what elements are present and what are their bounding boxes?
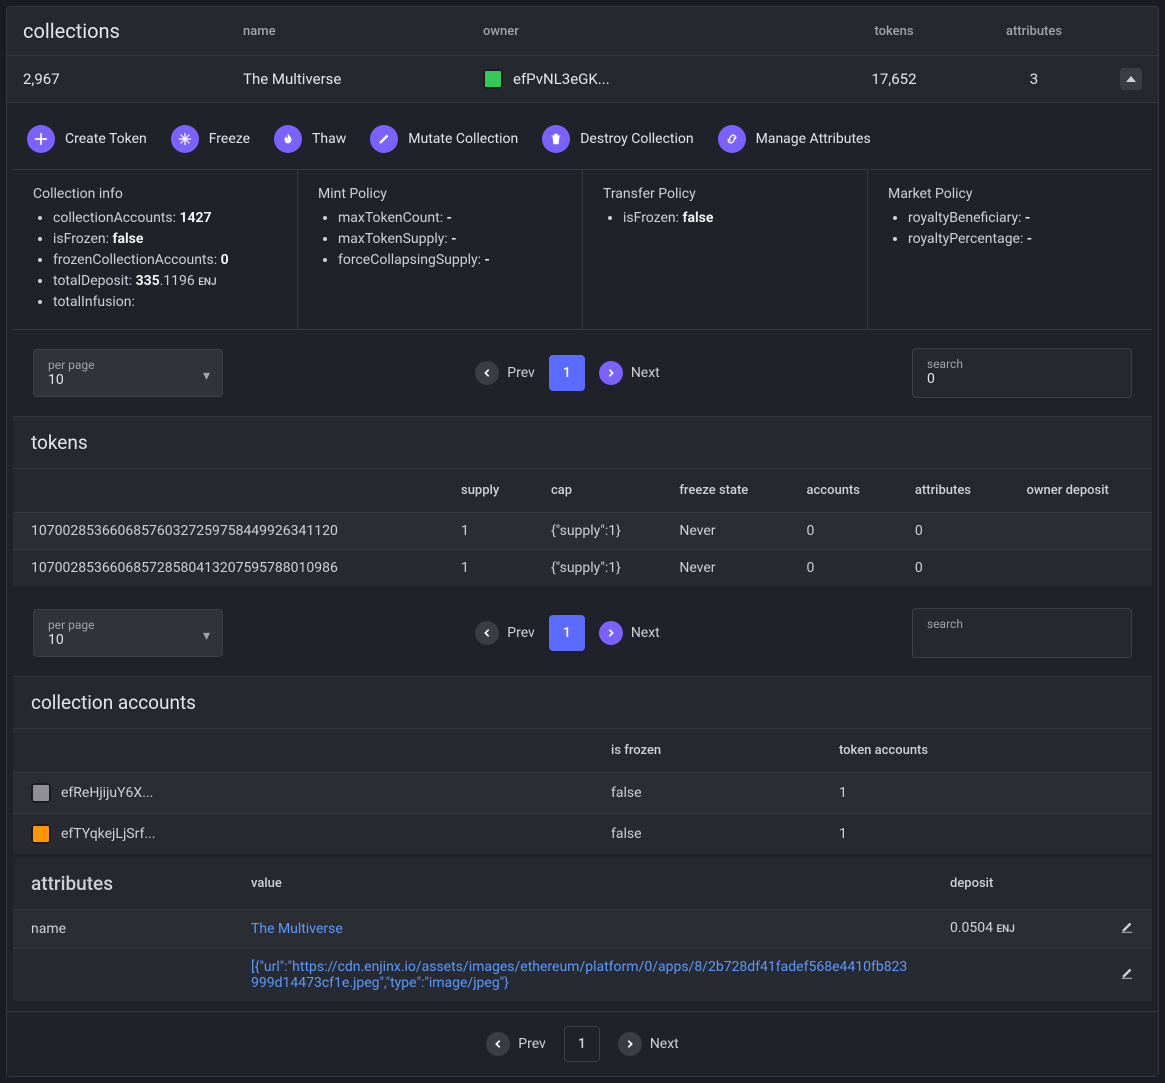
next-button-bottom[interactable]: Next <box>618 1032 679 1056</box>
collection-row[interactable]: 2,967 The Multiverse efPvNL3eGK... 17,65… <box>7 56 1158 103</box>
transfer-policy-block: Transfer Policy isFrozen: false <box>583 170 868 329</box>
prev-button-bottom[interactable]: Prev <box>486 1032 546 1056</box>
collection-id: 2,967 <box>7 56 227 103</box>
arrow-left-icon <box>475 361 499 385</box>
attributes-title: attributes <box>31 872 113 895</box>
page-number-bottom[interactable]: 1 <box>564 1026 600 1062</box>
page-number-2[interactable]: 1 <box>549 615 585 651</box>
account-identicon <box>31 783 51 803</box>
manage-attributes-button[interactable]: Manage Attributes <box>718 125 871 153</box>
col-tokens: tokens <box>824 7 964 56</box>
arrow-right-icon <box>599 621 623 645</box>
next-button-2[interactable]: Next <box>599 621 660 645</box>
create-token-button[interactable]: Create Token <box>27 125 147 153</box>
tokens-title: tokens <box>31 431 88 454</box>
page-number[interactable]: 1 <box>549 355 585 391</box>
tokens-table: tokens supply cap freeze state accounts … <box>13 416 1152 586</box>
attr-key: name <box>13 910 233 949</box>
per-page-select-2[interactable]: per page 10 ▾ <box>33 609 223 657</box>
table-row[interactable]: 107002853660685728580413207595788010986 … <box>13 550 1152 587</box>
account-identicon <box>31 824 51 844</box>
market-policy-block: Market Policy royaltyBeneficiary: - roya… <box>868 170 1152 329</box>
table-row[interactable]: name The Multiverse 0.0504 ENJ <box>13 910 1152 949</box>
prev-button[interactable]: Prev <box>475 361 535 385</box>
collection-name: The Multiverse <box>227 56 467 103</box>
table-row[interactable]: 107002853660685760327259758449926341120 … <box>13 513 1152 550</box>
token-id: 107002853660685728580413207595788010986 <box>13 550 443 587</box>
freeze-button[interactable]: Freeze <box>171 125 250 153</box>
arrow-right-icon <box>618 1032 642 1056</box>
chevron-down-icon: ▾ <box>203 628 210 644</box>
table-row[interactable]: efReHjijuY6X... false 1 <box>13 773 1152 814</box>
table-row[interactable]: efTYqkejLjSrf... false 1 <box>13 814 1152 855</box>
mutate-collection-button[interactable]: Mutate Collection <box>370 125 518 153</box>
fire-icon <box>274 125 302 153</box>
col-name: name <box>227 7 467 56</box>
accounts-table: collection accounts is frozen token acco… <box>13 676 1152 854</box>
trash-icon <box>542 125 570 153</box>
accounts-title: collection accounts <box>31 691 196 714</box>
snowflake-icon <box>171 125 199 153</box>
next-button[interactable]: Next <box>599 361 660 385</box>
attributes-table: attributes value deposit name The Multiv… <box>13 858 1152 1001</box>
col-attributes: attributes <box>964 7 1104 56</box>
prev-button-2[interactable]: Prev <box>475 621 535 645</box>
per-page-select[interactable]: per page 10 ▾ <box>33 349 223 397</box>
owner-address: efPvNL3eGK... <box>513 70 610 88</box>
token-id: 107002853660685760327259758449926341120 <box>13 513 443 550</box>
edit-icon[interactable] <box>1120 966 1134 984</box>
search-input[interactable]: search 0 <box>912 348 1132 398</box>
thaw-button[interactable]: Thaw <box>274 125 346 153</box>
plus-icon <box>27 125 55 153</box>
collection-info-block: Collection info collectionAccounts: 1427… <box>13 170 298 329</box>
arrow-left-icon <box>475 621 499 645</box>
search-input-2[interactable]: search <box>912 608 1132 658</box>
destroy-collection-button[interactable]: Destroy Collection <box>542 125 693 153</box>
arrow-left-icon <box>486 1032 510 1056</box>
collapse-button[interactable] <box>1120 68 1142 90</box>
link-icon <box>718 125 746 153</box>
page-title: collections <box>23 19 120 43</box>
attr-value-link[interactable]: The Multiverse <box>251 921 343 937</box>
owner-identicon <box>483 69 503 89</box>
chevron-down-icon: ▾ <box>203 368 210 384</box>
account-address: efReHjijuY6X... <box>61 785 153 801</box>
attr-key <box>13 949 233 1002</box>
arrow-right-icon <box>599 361 623 385</box>
mint-policy-block: Mint Policy maxTokenCount: - maxTokenSup… <box>298 170 583 329</box>
edit-icon[interactable] <box>1120 920 1134 938</box>
account-address: efTYqkejLjSrf... <box>61 826 155 842</box>
collection-tokens: 17,652 <box>824 56 964 103</box>
col-owner: owner <box>467 7 824 56</box>
attr-value-link[interactable]: [{"url":"https://cdn.enjinx.io/assets/im… <box>251 959 907 991</box>
table-row[interactable]: [{"url":"https://cdn.enjinx.io/assets/im… <box>13 949 1152 1002</box>
collection-attributes: 3 <box>964 56 1104 103</box>
edit-icon <box>370 125 398 153</box>
